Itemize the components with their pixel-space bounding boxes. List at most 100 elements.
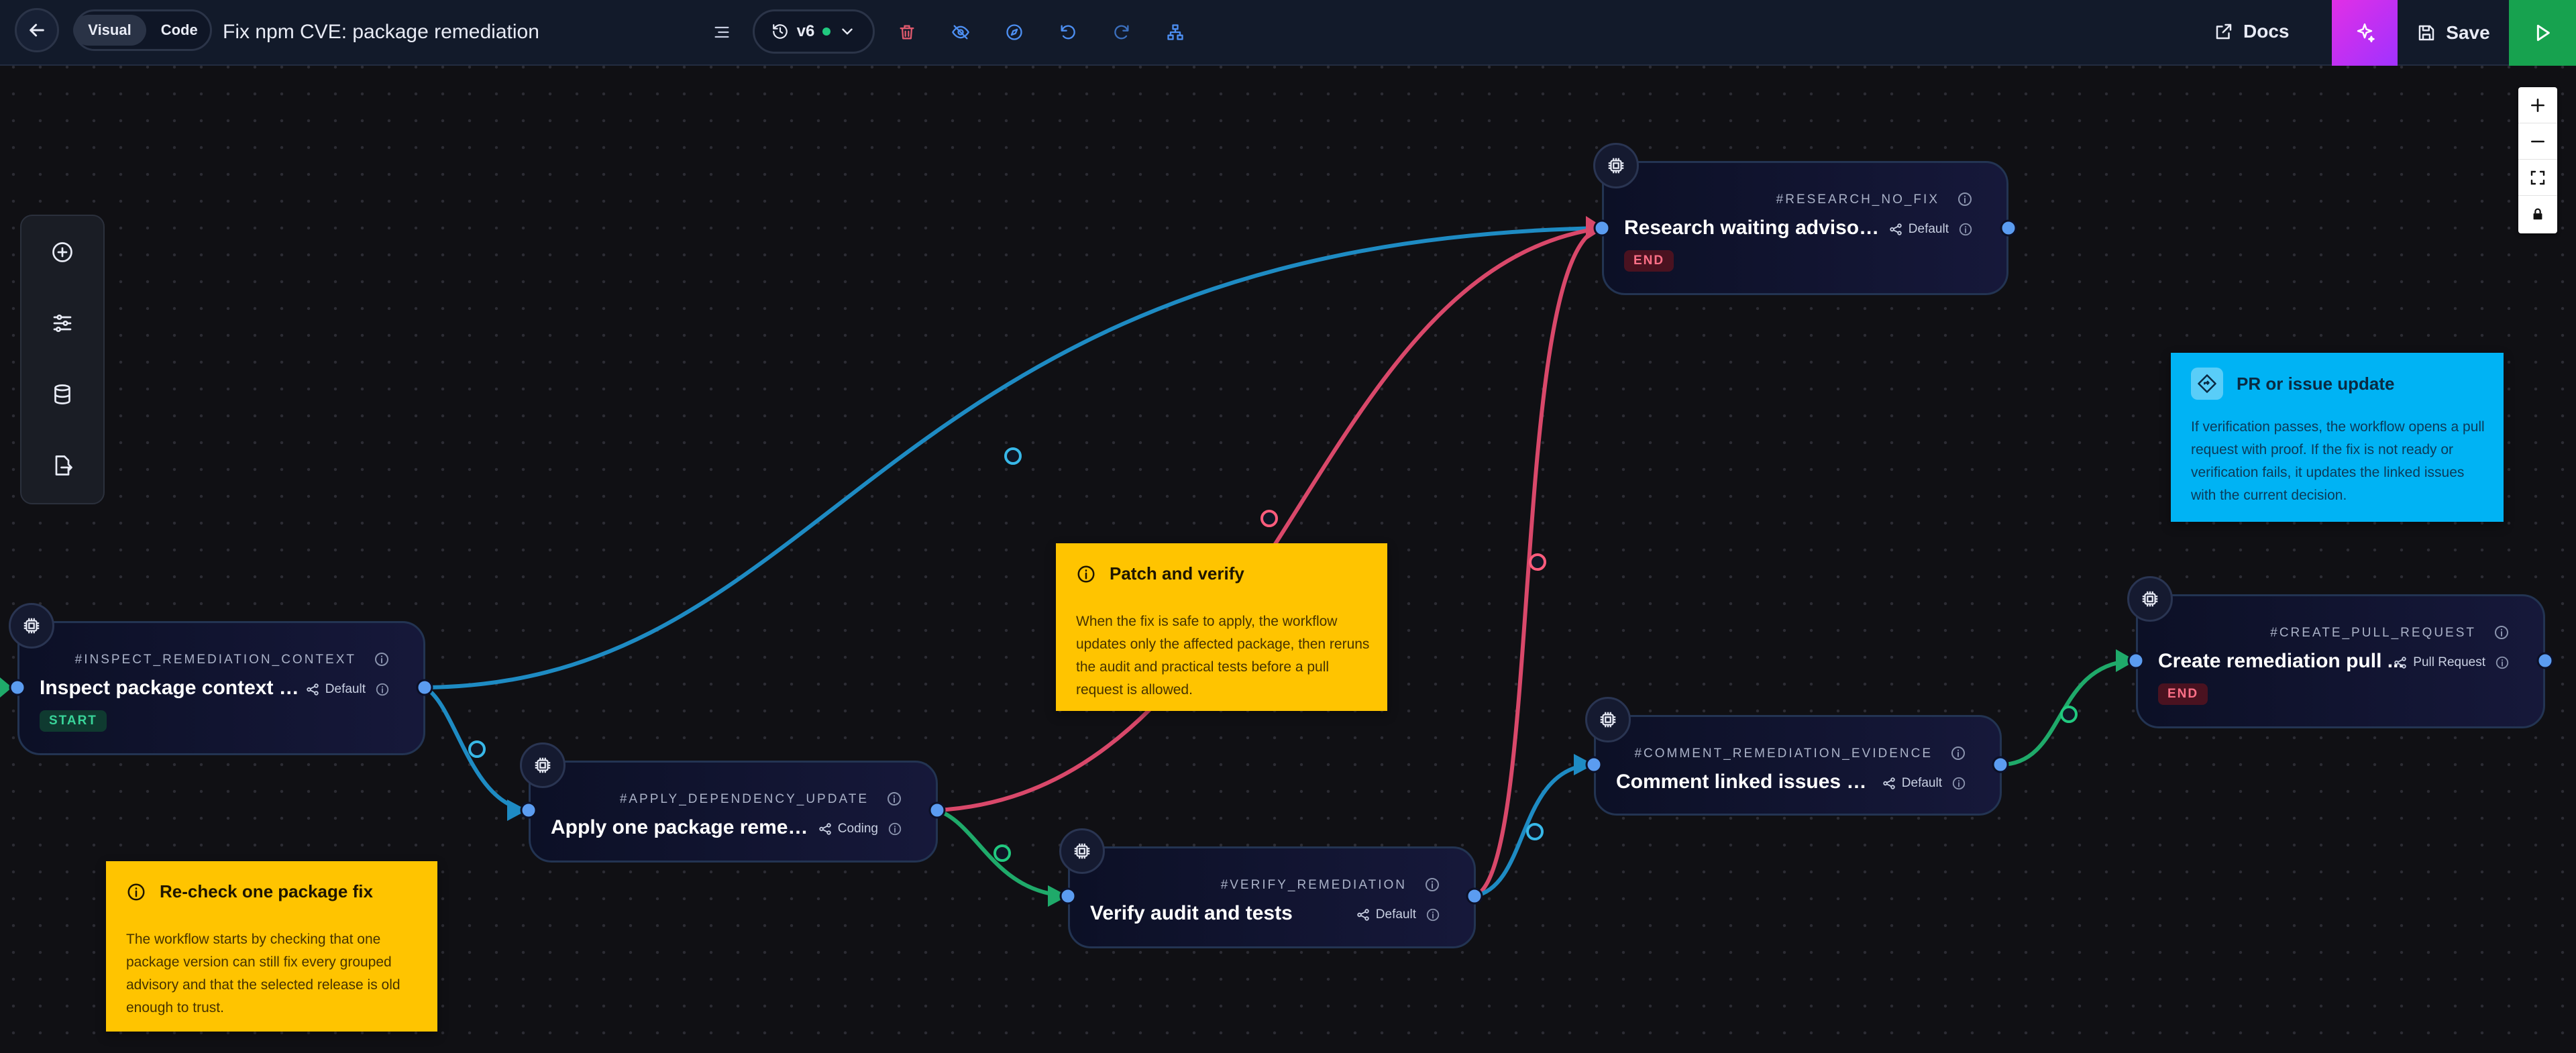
edge-handle[interactable]: [1004, 447, 1022, 465]
note-pr-or-issue-update[interactable]: PR or issue update If verification passe…: [2171, 353, 2504, 522]
lock-button[interactable]: [2518, 196, 2557, 232]
route-diamond-icon: [2198, 374, 2216, 393]
export-button[interactable]: [21, 431, 103, 500]
data-sources-button[interactable]: [21, 359, 103, 429]
node-type: Pull Request: [2393, 655, 2510, 670]
info-icon[interactable]: [1958, 222, 1973, 237]
database-icon: [54, 384, 70, 404]
note-title: PR or issue update: [2237, 373, 2395, 394]
zoom-controls: [2518, 87, 2557, 233]
node-title: Comment linked issues with ...: [1616, 771, 1878, 793]
cpu-chip-icon: [1585, 697, 1631, 742]
note-body: When the fix is safe to apply, the workf…: [1076, 614, 1370, 698]
node-title: Research waiting advisory g...: [1624, 217, 1886, 239]
node-type-label: Coding: [837, 822, 878, 836]
node-type-label: Default: [1901, 776, 1942, 790]
node-type-label: Default: [1375, 907, 1416, 922]
info-icon[interactable]: [1950, 745, 1966, 761]
share-nodes-icon: [1890, 223, 1902, 235]
share-nodes-icon: [1357, 909, 1369, 921]
add-circle-icon: [52, 242, 72, 262]
share-nodes-icon: [1883, 777, 1895, 789]
note-body: The workflow starts by checking that one…: [126, 932, 400, 1015]
info-icon: [1077, 565, 1095, 582]
info-icon[interactable]: [2493, 624, 2510, 641]
edge-handle[interactable]: [468, 740, 486, 758]
arrowhead-pull-request: [2116, 649, 2136, 672]
cpu-chip-icon: [9, 603, 54, 649]
zoom-out-button[interactable]: [2518, 123, 2557, 160]
edge-handle[interactable]: [2060, 706, 2078, 723]
canvas-toolbar: [20, 215, 105, 504]
node-type: Default: [1356, 907, 1440, 922]
workflow-node-research[interactable]: #RESEARCH_NO_FIX Research waiting adviso…: [1593, 143, 2008, 295]
node-type-label: Default: [1908, 222, 1949, 236]
start-badge: START: [40, 710, 107, 732]
edge-handle[interactable]: [1260, 510, 1278, 527]
share-nodes-icon: [307, 683, 319, 696]
note-patch-and-verify[interactable]: Patch and verify When the fix is safe to…: [1056, 543, 1387, 711]
share-nodes-icon: [819, 823, 831, 835]
end-badge: END: [2158, 683, 2208, 705]
info-icon[interactable]: [1957, 191, 1973, 207]
info-icon[interactable]: [888, 822, 902, 836]
note-title: Patch and verify: [1110, 563, 1244, 584]
node-id: #APPLY_DEPENDENCY_UPDATE: [619, 792, 869, 806]
end-badge: END: [1624, 250, 1674, 272]
workflow-node-comment[interactable]: #COMMENT_REMEDIATION_EVIDENCE Comment li…: [1585, 697, 2002, 816]
edge-handle[interactable]: [1529, 553, 1546, 571]
cpu-chip-icon: [1059, 828, 1105, 874]
workflow-node-apply[interactable]: #APPLY_DEPENDENCY_UPDATE Apply one packa…: [520, 742, 938, 863]
node-id: #VERIFY_REMEDIATION: [1220, 878, 1407, 892]
node-id: #RESEARCH_NO_FIX: [1776, 192, 1939, 207]
workflow-node-create-pull-request[interactable]: #CREATE_PULL_REQUEST Create remediation …: [2127, 576, 2545, 728]
info-icon: [127, 883, 145, 900]
note-recheck-package-fix[interactable]: Re-check one package fix The workflow st…: [106, 861, 437, 1032]
note-body: If verification passes, the workflow ope…: [2191, 419, 2485, 503]
edge-handle[interactable]: [994, 844, 1011, 862]
note-header: Re-check one package fix: [126, 881, 373, 902]
cpu-chip-icon: [2127, 576, 2173, 622]
info-icon[interactable]: [2495, 655, 2510, 670]
node-type: Default: [305, 682, 390, 697]
info-icon[interactable]: [1424, 877, 1440, 893]
edge-handle[interactable]: [1526, 823, 1544, 840]
node-type-label: Pull Request: [2413, 655, 2485, 669]
node-type: Default: [1882, 776, 1966, 791]
fit-view-icon: [2530, 170, 2545, 184]
file-export-icon: [55, 455, 72, 476]
note-header: Patch and verify: [1076, 563, 1244, 584]
sliders-icon: [53, 314, 72, 333]
node-id: #COMMENT_REMEDIATION_EVIDENCE: [1634, 746, 1933, 761]
node-title: Create remediation pull ...: [2158, 650, 2404, 672]
minus-icon: [2531, 140, 2544, 142]
cpu-chip-icon: [520, 742, 566, 788]
plus-icon: [2531, 98, 2544, 112]
node-id: #CREATE_PULL_REQUEST: [2270, 626, 2476, 640]
cpu-chip-icon: [1593, 143, 1639, 188]
info-icon[interactable]: [374, 651, 390, 667]
node-type: Default: [1888, 222, 1973, 237]
lock-icon: [2533, 208, 2542, 220]
fit-view-button[interactable]: [2518, 160, 2557, 196]
info-icon[interactable]: [1951, 776, 1966, 791]
arrowhead-comment: [1574, 754, 1594, 775]
zoom-in-button[interactable]: [2518, 87, 2557, 123]
workflow-node-verify[interactable]: #VERIFY_REMEDIATION Verify audit and tes…: [1059, 828, 1476, 948]
node-title: Apply one package remediat...: [551, 816, 812, 838]
node-id: #INSPECT_REMEDIATION_CONTEXT: [74, 653, 356, 667]
info-icon[interactable]: [375, 682, 390, 697]
info-icon[interactable]: [1426, 907, 1440, 922]
node-title: Verify audit and tests: [1090, 902, 1293, 924]
arrowhead-verify: [1048, 885, 1068, 907]
share-nodes-icon: [2394, 657, 2406, 669]
note-icon-box: [2191, 368, 2223, 400]
settings-button[interactable]: [21, 288, 103, 358]
info-icon[interactable]: [886, 791, 902, 807]
note-title: Re-check one package fix: [160, 881, 373, 901]
node-title: Inspect package context an...: [40, 677, 301, 699]
workflow-node-inspect[interactable]: #INSPECT_REMEDIATION_CONTEXT Inspect pac…: [9, 603, 425, 755]
add-node-button[interactable]: [21, 217, 103, 287]
node-type-label: Default: [325, 682, 366, 696]
arrowhead-apply: [507, 799, 527, 821]
